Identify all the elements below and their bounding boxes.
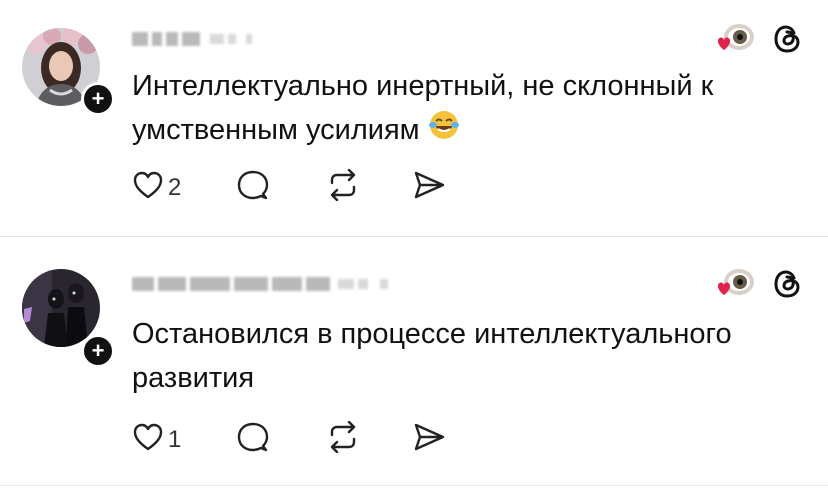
heart-outline-icon[interactable] (132, 422, 164, 457)
post-text: Остановился в процессе интеллектуального… (132, 318, 732, 394)
heart-outline-icon[interactable] (132, 170, 164, 205)
repost-arrows-icon[interactable] (326, 168, 360, 206)
eye-heart-sticker-icon[interactable] (710, 265, 756, 308)
joy-tears-emoji (428, 109, 460, 154)
avatar[interactable] (22, 269, 100, 347)
speech-bubble-icon[interactable] (236, 420, 270, 459)
like-count: 1 (168, 425, 182, 453)
repost-arrows-icon[interactable] (326, 420, 360, 458)
threads-logo-icon[interactable] (772, 24, 802, 59)
post-text: Интеллектуально инертный, не склонный к … (132, 64, 802, 154)
speech-bubble-icon[interactable] (236, 168, 270, 207)
post-divider (0, 485, 828, 486)
threads-logo-icon[interactable] (772, 269, 802, 304)
username-blurred[interactable] (132, 275, 388, 293)
follow-plus-icon[interactable]: + (81, 334, 115, 368)
thread-post: + Остановился в процессе интеллектуально… (0, 237, 828, 489)
username-blurred[interactable] (132, 30, 252, 48)
like-count: 2 (168, 173, 182, 201)
follow-plus-icon[interactable]: + (81, 82, 115, 116)
send-icon[interactable] (412, 170, 446, 205)
eye-heart-sticker-icon[interactable] (710, 20, 756, 63)
send-icon[interactable] (412, 422, 446, 457)
thread-post: + Интеллектуально инертный, не склонный … (0, 0, 828, 236)
